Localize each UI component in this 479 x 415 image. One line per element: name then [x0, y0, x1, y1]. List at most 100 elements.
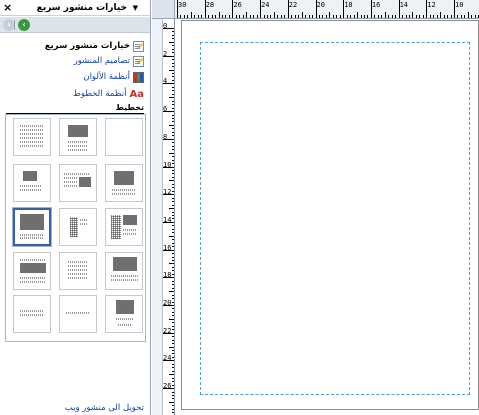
layout-text-placeholder	[116, 318, 134, 320]
ruler-tick	[374, 15, 376, 18]
ruler-tick	[172, 45, 174, 47]
ruler-tick	[172, 367, 174, 369]
layout-text-placeholder	[112, 193, 136, 195]
pane-item-font-schemes[interactable]: Aaأنظمة الخطوط	[73, 87, 144, 101]
ruler-tick	[301, 12, 303, 18]
ruler-tick	[460, 15, 462, 18]
layout-thumbnail[interactable]	[105, 118, 143, 156]
layout-thumbnail[interactable]	[59, 295, 97, 333]
ruler-tick	[172, 398, 174, 400]
ruler-tick	[322, 15, 324, 18]
ruler-tick	[172, 353, 174, 355]
ruler-tick	[172, 239, 174, 241]
layout-picture-placeholder	[23, 171, 37, 181]
ruler-tick	[273, 12, 275, 18]
pane-item-publication-designs[interactable]: تصاميم المنشور	[74, 54, 144, 68]
document-pen-icon	[133, 40, 144, 52]
pane-item-publication-options[interactable]: خيارات منشور سريع	[45, 39, 144, 53]
ruler-tick	[172, 163, 174, 165]
ruler-tick	[183, 15, 185, 18]
ruler-tick	[180, 15, 182, 18]
layout-text-placeholder	[20, 129, 44, 131]
layout-thumbnail[interactable]	[105, 252, 143, 290]
ruler-tick	[211, 15, 213, 18]
close-icon[interactable]: ×	[3, 1, 12, 15]
layout-picture-placeholder	[123, 215, 137, 225]
ruler-tick	[172, 79, 174, 81]
ruler-tick	[163, 332, 174, 334]
ruler-tick	[357, 12, 359, 18]
ruler-tick	[172, 159, 174, 161]
pane-item-label: أنظمة الخطوط	[72, 89, 127, 99]
ruler-tick	[426, 0, 428, 18]
horizontal-ruler[interactable]: 30 28 26 24 22 20 18 16 14 12 10	[175, 0, 479, 19]
ruler-tick	[270, 15, 272, 18]
layout-gallery	[5, 114, 146, 342]
ruler-tick	[172, 183, 174, 185]
ruler-tick	[235, 15, 237, 18]
back-arrow-icon[interactable]: ‹	[18, 19, 30, 31]
layout-thumbnail[interactable]	[105, 164, 143, 202]
convert-to-web-link[interactable]: تحويل الى منشور ويب	[65, 402, 144, 414]
ruler-label: 16	[371, 1, 381, 9]
layout-thumbnail[interactable]	[13, 295, 51, 333]
ruler-tick	[172, 329, 174, 331]
ruler-tick	[172, 315, 174, 317]
ruler-tick	[169, 346, 174, 348]
ruler-tick	[443, 15, 445, 18]
layout-thumbnail[interactable]	[59, 118, 97, 156]
ruler-tick	[440, 12, 442, 18]
layout-thumbnail[interactable]	[13, 118, 51, 156]
ruler-tick	[315, 0, 317, 18]
task-pane: × ▼ خيارات منشور سريع › ‹ خيارات منشور س…	[0, 0, 151, 415]
ruler-tick	[163, 305, 174, 306]
layout-thumbnail[interactable]	[59, 164, 97, 202]
ruler-tick	[402, 15, 404, 18]
layout-text-placeholder	[20, 133, 44, 135]
ruler-tick	[422, 15, 424, 18]
layout-thumbnail[interactable]	[59, 252, 97, 290]
chevron-down-icon[interactable]: ▼	[133, 1, 138, 15]
ruler-label: 12	[427, 1, 436, 9]
ruler-tick	[218, 12, 220, 18]
ruler-tick	[370, 0, 372, 18]
layout-text-placeholder	[20, 310, 44, 312]
ruler-tick	[239, 15, 241, 18]
ruler-tick	[163, 166, 174, 168]
ruler-tick	[169, 263, 174, 265]
ruler-tick	[163, 221, 174, 223]
ruler-tick	[332, 15, 334, 18]
ruler-tick	[172, 107, 174, 109]
ruler-tick	[222, 15, 223, 18]
layout-thumbnail[interactable]	[13, 164, 51, 202]
task-pane-nav-bar: › ‹	[0, 17, 150, 33]
layout-thumbnail[interactable]	[59, 208, 97, 246]
layout-thumbnail[interactable]	[12, 207, 52, 247]
pane-item-color-schemes[interactable]: أنظمة الألوان	[83, 70, 144, 84]
layout-picture-placeholder	[79, 177, 91, 187]
ruler-tick	[312, 15, 314, 18]
ruler-tick	[384, 12, 386, 18]
ruler-tick	[405, 15, 407, 18]
ruler-label: 18	[344, 1, 353, 9]
ruler-tick	[172, 339, 174, 341]
layout-thumbnail[interactable]	[13, 252, 51, 290]
publication-page[interactable]	[181, 20, 479, 410]
ruler-tick	[172, 377, 174, 379]
ruler-tick	[172, 284, 174, 286]
ruler-tick	[172, 308, 174, 310]
ruler-tick	[163, 249, 174, 251]
ruler-tick	[429, 15, 431, 18]
ruler-tick	[169, 401, 174, 403]
publication-workspace[interactable]	[176, 20, 479, 415]
ruler-tick	[172, 211, 174, 213]
ruler-tick	[172, 370, 174, 372]
ruler-tick	[163, 138, 174, 140]
layout-thumbnail[interactable]	[105, 295, 143, 333]
layout-thumbnail[interactable]	[105, 208, 143, 246]
vertical-ruler[interactable]: 0 2 4 6 8 10 12 14 16 18 20 22 24 26	[152, 19, 175, 415]
vertical-ruler-scale: 0 2 4 6 8 10 12 14 16 18 20 22 24 26	[162, 19, 174, 415]
ruler-tick	[169, 180, 174, 182]
ruler-tick	[454, 0, 455, 18]
ruler-tick	[172, 135, 174, 137]
